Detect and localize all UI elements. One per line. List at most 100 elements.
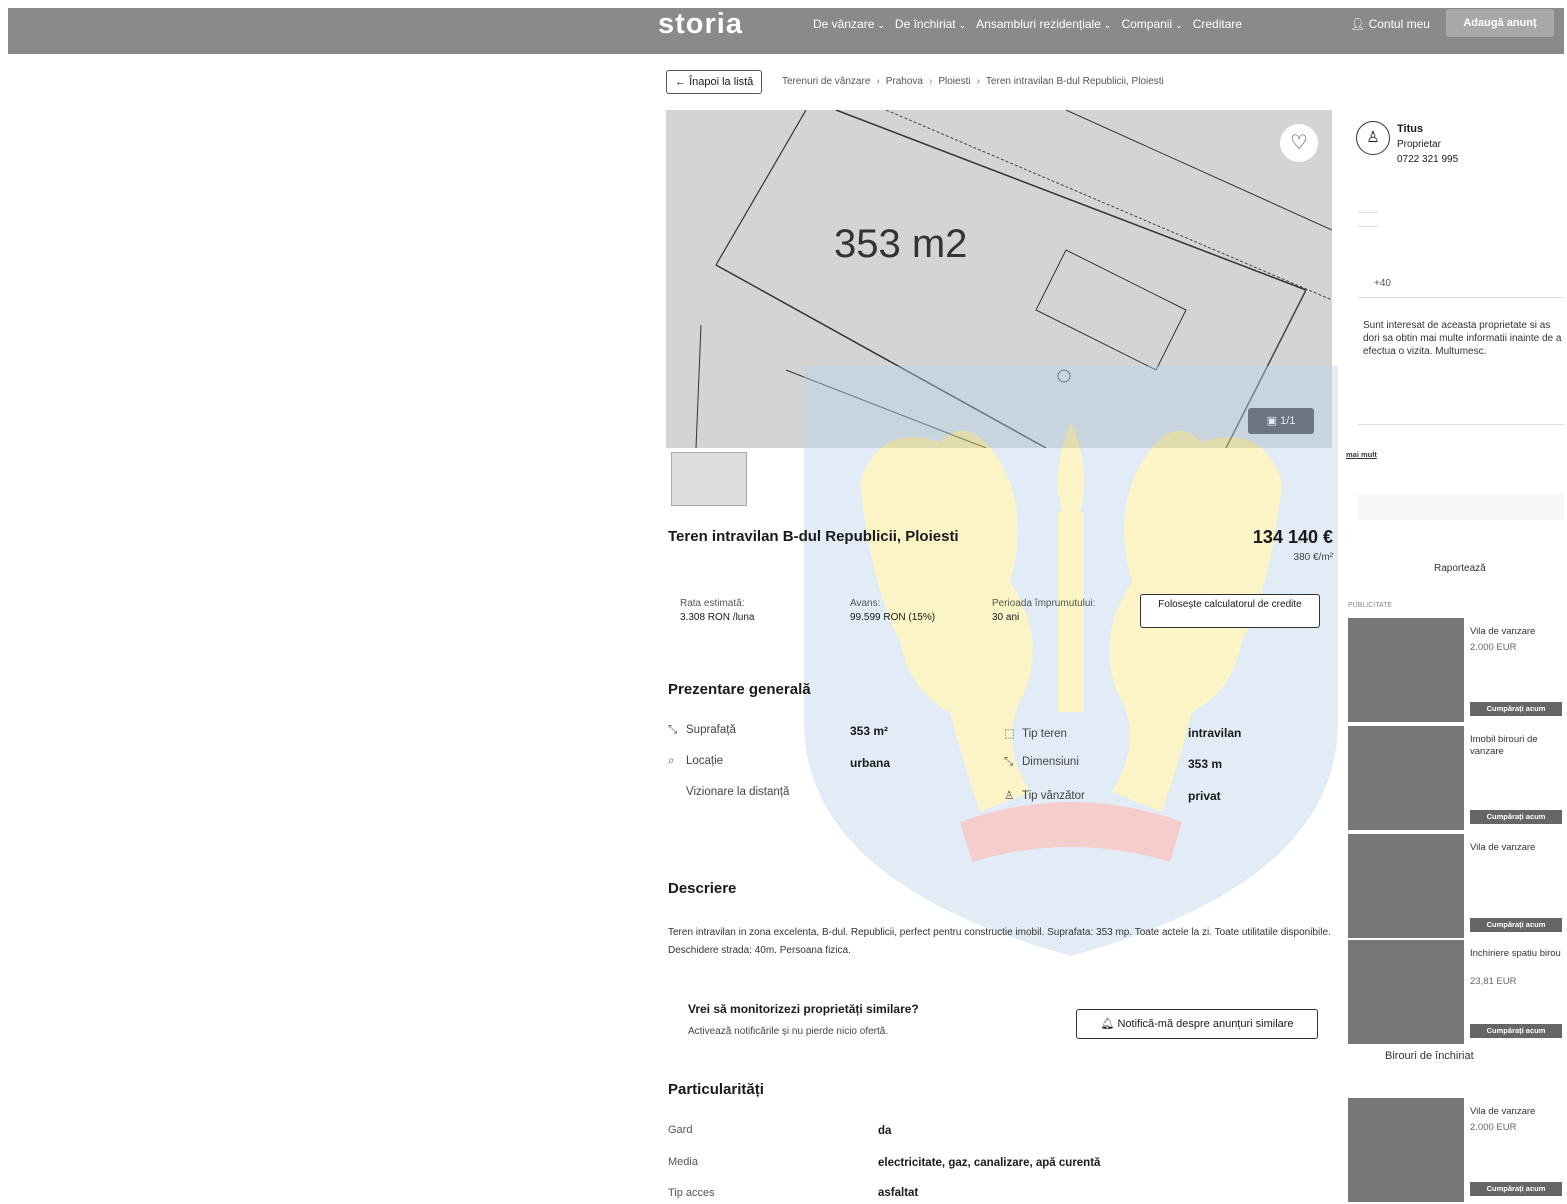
chevron-right-icon: › bbox=[976, 76, 980, 87]
ad-buy-button[interactable]: Cumpărați acum bbox=[1470, 810, 1562, 824]
image-area-text: 353 m2 bbox=[834, 222, 968, 266]
estimated-rate: Rata estimată: 3.308 RON /luna bbox=[680, 597, 755, 625]
photo-thumbnail[interactable] bbox=[671, 452, 747, 506]
ad-card[interactable]: Inchiriere spatiu birou 23,81 EUR Cumpăr… bbox=[1348, 940, 1564, 1044]
loan-period: Perioada împrumutului: 30 ani bbox=[992, 597, 1095, 625]
contact-email-field[interactable] bbox=[1358, 226, 1378, 227]
seller-avatar-icon: ♙ bbox=[1356, 121, 1390, 155]
spec-value-location: urbana bbox=[850, 756, 891, 770]
ad-card[interactable]: Imobil birouri de vanzare Cumpărați acum bbox=[1348, 726, 1564, 830]
ad-buy-button[interactable]: Cumpărați acum bbox=[1470, 918, 1562, 932]
contact-message[interactable]: Sunt interesat de aceasta proprietate si… bbox=[1363, 319, 1563, 358]
storia-logo[interactable]: storia bbox=[658, 8, 743, 41]
divider bbox=[1358, 424, 1564, 425]
nav-item-residential[interactable]: Ansambluri rezidențiale ⌄ bbox=[976, 17, 1111, 31]
top-navigation-bar bbox=[8, 8, 1564, 54]
listing-title: Teren intravilan B-dul Republicii, Ploie… bbox=[668, 528, 959, 545]
estimated-rate-value: 3.308 RON /luna bbox=[680, 612, 755, 623]
spec-row-remote-viewing: Vizionare la distanță bbox=[686, 786, 790, 798]
send-message-button[interactable] bbox=[1358, 494, 1564, 520]
chevron-right-icon: › bbox=[876, 76, 880, 87]
breadcrumb-item[interactable]: Prahova bbox=[886, 76, 923, 87]
ad-price: 23,81 EUR bbox=[1470, 976, 1517, 987]
monitor-title: Vrei să monitorizezi proprietăți similar… bbox=[688, 1002, 919, 1016]
description-title: Descriere bbox=[668, 880, 737, 897]
main-photo[interactable]: 353 m2 ♡ ▣ 1/1 bbox=[666, 110, 1332, 448]
credit-calculator-button[interactable]: Folosește calculatorul de credite bbox=[1140, 594, 1320, 628]
ad-card[interactable]: Vila de vanzare 2.000 EUR Cumpărați acum bbox=[1348, 618, 1564, 722]
spec-value-seller-type: privat bbox=[1188, 789, 1221, 803]
ad-image bbox=[1348, 1098, 1464, 1202]
seller-phone[interactable]: 0722 321 995 bbox=[1397, 154, 1458, 165]
nav-item-credit[interactable]: Creditare bbox=[1193, 17, 1242, 31]
breadcrumb-item[interactable]: Ploiesti bbox=[938, 76, 970, 87]
seller-icon: ♙ bbox=[1004, 790, 1015, 802]
spec-row-dimensions: ⤡ Dimensiuni bbox=[1004, 756, 1079, 768]
area-icon: ⤡ bbox=[668, 724, 678, 736]
advance-payment: Avans: 99.599 RON (15%) bbox=[850, 597, 935, 625]
photo-count-badge: ▣ 1/1 bbox=[1248, 408, 1314, 434]
ad-buy-button[interactable]: Cumpărați acum bbox=[1470, 1182, 1562, 1196]
breadcrumb-item-current: Teren intravilan B-dul Republicii, Ploie… bbox=[985, 76, 1164, 87]
spec-value-land-type: intravilan bbox=[1188, 726, 1242, 740]
add-listing-button[interactable]: Adaugă anunț bbox=[1446, 9, 1554, 37]
spec-value-dimensions: 353 m bbox=[1188, 757, 1223, 771]
feature-label: Gard bbox=[668, 1124, 693, 1136]
image-icon: ▣ bbox=[1266, 415, 1278, 427]
spec-row-land-type: ⬚ Tip teren bbox=[1004, 728, 1067, 740]
ad-title: Vila de vanzare bbox=[1470, 626, 1536, 637]
advance-label: Avans: bbox=[850, 598, 881, 609]
feature-value: asfaltat bbox=[878, 1187, 919, 1199]
bell-icon: 🔔︎ bbox=[1100, 1018, 1115, 1030]
ad-image bbox=[1348, 618, 1464, 722]
main-nav: De vânzare ⌄ De închiriat ⌄ Ansambluri rez… bbox=[813, 17, 1242, 31]
monitor-subtitle: Activează notificările și nu pierde nici… bbox=[688, 1026, 889, 1037]
chevron-down-icon: ⌄ bbox=[958, 20, 967, 30]
chevron-right-icon: › bbox=[928, 76, 933, 87]
feature-label: Tip acces bbox=[668, 1187, 715, 1199]
ad-card[interactable]: Vila de vanzare 2.000 EUR Cumpărați acum bbox=[1348, 1098, 1564, 1202]
nav-item-for-rent[interactable]: De închiriat ⌄ bbox=[895, 17, 966, 31]
location-icon: ⌕ bbox=[668, 755, 675, 767]
contact-name-field[interactable] bbox=[1358, 212, 1378, 213]
ad-price: 2.000 EUR bbox=[1470, 642, 1517, 653]
ad-buy-button[interactable]: Cumpărați acum bbox=[1470, 1024, 1562, 1038]
chevron-down-icon: ⌄ bbox=[877, 20, 885, 30]
ad-sponsor-title[interactable]: Birouri de închiriat bbox=[1385, 1050, 1474, 1062]
breadcrumb-item[interactable]: Terenuri de vânzare bbox=[782, 76, 870, 87]
overview-title: Prezentare generală bbox=[668, 681, 811, 698]
nav-item-companies[interactable]: Companii ⌄ bbox=[1121, 17, 1182, 31]
nav-item-for-sale[interactable]: De vânzare ⌄ bbox=[813, 17, 885, 31]
loan-period-value: 30 ani bbox=[992, 612, 1020, 623]
ad-title: Inchiriere spatiu birou bbox=[1470, 948, 1561, 959]
account-link[interactable]: 👤︎ Contul meu bbox=[1350, 17, 1430, 31]
ad-title: Vila de vanzare bbox=[1470, 842, 1536, 853]
back-to-list-button[interactable]: ← Înapoi la listă bbox=[666, 70, 763, 94]
seller-name: Titus bbox=[1397, 123, 1424, 135]
ad-price: 2.000 EUR bbox=[1470, 1122, 1517, 1133]
consent-more-link[interactable]: mai mult bbox=[1346, 450, 1377, 459]
contact-phone-field[interactable] bbox=[1358, 297, 1564, 298]
estimated-rate-label: Rata estimată: bbox=[680, 598, 745, 609]
features-title: Particularități bbox=[668, 1081, 764, 1098]
user-icon: 👤︎ bbox=[1350, 17, 1369, 31]
land-type-icon: ⬚ bbox=[1004, 728, 1015, 740]
report-link[interactable]: Raportează bbox=[1434, 563, 1486, 574]
ad-card[interactable]: Vila de vanzare Cumpărați acum bbox=[1348, 834, 1564, 938]
chevron-down-icon: ⌄ bbox=[1103, 20, 1112, 30]
listing-price: 134 140 € bbox=[1252, 527, 1333, 547]
dimensions-icon: ⤡ bbox=[1004, 756, 1014, 768]
phone-prefix[interactable]: +40 bbox=[1374, 278, 1391, 289]
ad-title: Vila de vanzare bbox=[1470, 1106, 1536, 1117]
spec-row-seller-type: ♙ Tip vânzător bbox=[1004, 790, 1085, 802]
description-text: Teren intravilan in zona excelenta, B-du… bbox=[668, 927, 1331, 956]
favorite-heart-icon[interactable]: ♡ bbox=[1280, 124, 1318, 162]
ad-image bbox=[1348, 940, 1464, 1044]
feature-value: electricitate, gaz, canalizare, apă cure… bbox=[878, 1157, 1101, 1169]
spec-row-area: ⤡ Suprafață bbox=[668, 724, 736, 736]
loan-period-label: Perioada împrumutului: bbox=[992, 598, 1096, 609]
notify-similar-button[interactable]: 🔔︎ Notifică-mă despre anunțuri similare bbox=[1076, 1009, 1318, 1039]
ad-image bbox=[1348, 726, 1464, 830]
chevron-down-icon: ⌄ bbox=[1175, 20, 1183, 30]
ad-buy-button[interactable]: Cumpărați acum bbox=[1470, 702, 1562, 716]
